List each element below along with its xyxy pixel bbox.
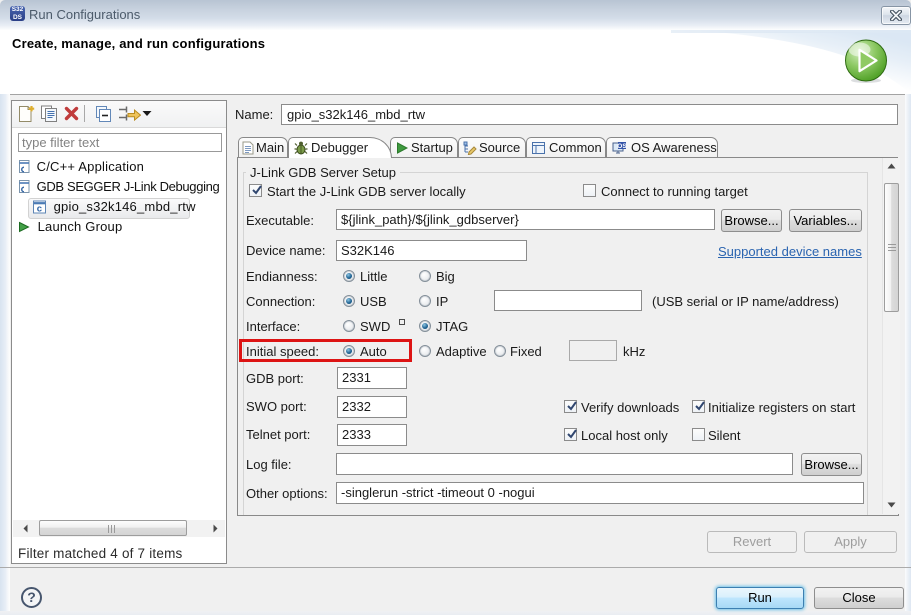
svg-text:c: c [37, 204, 43, 215]
svg-text:OS: OS [617, 143, 627, 150]
